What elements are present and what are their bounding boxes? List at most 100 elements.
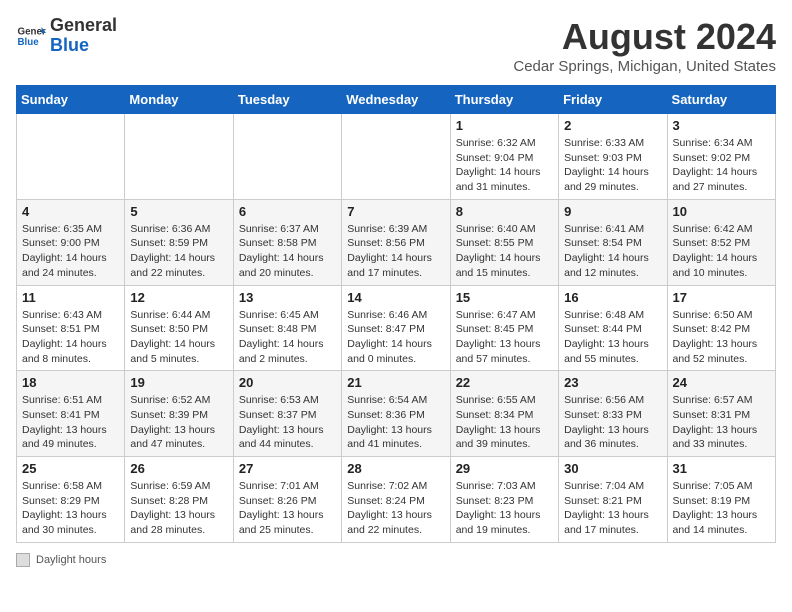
cell-info: Sunrise: 6:44 AMSunset: 8:50 PMDaylight:… xyxy=(130,308,227,367)
calendar-cell xyxy=(233,114,341,200)
cell-day-number: 23 xyxy=(564,375,661,390)
cell-day-number: 17 xyxy=(673,290,770,305)
calendar-cell: 29 Sunrise: 7:03 AMSunset: 8:23 PMDayligh… xyxy=(450,457,558,543)
day-of-week-header: Monday xyxy=(125,86,233,114)
cell-info: Sunrise: 6:54 AMSunset: 8:36 PMDaylight:… xyxy=(347,393,444,452)
cell-info: Sunrise: 7:02 AMSunset: 8:24 PMDaylight:… xyxy=(347,479,444,538)
calendar-cell: 18 Sunrise: 6:51 AMSunset: 8:41 PMDayligh… xyxy=(17,371,125,457)
calendar-cell: 2 Sunrise: 6:33 AMSunset: 9:03 PMDaylight… xyxy=(559,114,667,200)
cell-day-number: 7 xyxy=(347,204,444,219)
cell-day-number: 2 xyxy=(564,118,661,133)
calendar-cell: 15 Sunrise: 6:47 AMSunset: 8:45 PMDayligh… xyxy=(450,285,558,371)
cell-info: Sunrise: 6:57 AMSunset: 8:31 PMDaylight:… xyxy=(673,393,770,452)
cell-day-number: 15 xyxy=(456,290,553,305)
cell-day-number: 16 xyxy=(564,290,661,305)
cell-info: Sunrise: 6:46 AMSunset: 8:47 PMDaylight:… xyxy=(347,308,444,367)
cell-info: Sunrise: 6:40 AMSunset: 8:55 PMDaylight:… xyxy=(456,222,553,281)
day-of-week-header: Wednesday xyxy=(342,86,450,114)
cell-day-number: 27 xyxy=(239,461,336,476)
day-of-week-header: Saturday xyxy=(667,86,775,114)
calendar-cell xyxy=(125,114,233,200)
cell-info: Sunrise: 6:41 AMSunset: 8:54 PMDaylight:… xyxy=(564,222,661,281)
daylight-legend-box xyxy=(16,553,30,567)
calendar-cell: 28 Sunrise: 7:02 AMSunset: 8:24 PMDayligh… xyxy=(342,457,450,543)
cell-day-number: 10 xyxy=(673,204,770,219)
calendar-cell: 12 Sunrise: 6:44 AMSunset: 8:50 PMDayligh… xyxy=(125,285,233,371)
cell-day-number: 31 xyxy=(673,461,770,476)
cell-day-number: 11 xyxy=(22,290,119,305)
cell-info: Sunrise: 6:45 AMSunset: 8:48 PMDaylight:… xyxy=(239,308,336,367)
calendar-cell: 22Sunrise: 6:55 AMSunset: 8:34 PMDayligh… xyxy=(450,371,558,457)
calendar-header-row: SundayMondayTuesdayWednesdayThursdayFrid… xyxy=(17,86,776,114)
calendar-cell: 13 Sunrise: 6:45 AMSunset: 8:48 PMDayligh… xyxy=(233,285,341,371)
calendar-cell: 19Sunrise: 6:52 AMSunset: 8:39 PMDayligh… xyxy=(125,371,233,457)
title-block: August 2024 Cedar Springs, Michigan, Uni… xyxy=(513,16,776,75)
calendar-cell: 20 Sunrise: 6:53 AMSunset: 8:37 PMDayligh… xyxy=(233,371,341,457)
calendar-week-row: 11 Sunrise: 6:43 AMSunset: 8:51 PMDayligh… xyxy=(17,285,776,371)
cell-day-number: 25 xyxy=(22,461,119,476)
cell-info: Sunrise: 6:34 AMSunset: 9:02 PMDaylight:… xyxy=(673,136,770,195)
calendar-cell: 24 Sunrise: 6:57 AMSunset: 8:31 PMDayligh… xyxy=(667,371,775,457)
cell-info: Sunrise: 7:01 AMSunset: 8:26 PMDaylight:… xyxy=(239,479,336,538)
cell-day-number: 20 xyxy=(239,375,336,390)
cell-info: Sunrise: 6:43 AMSunset: 8:51 PMDaylight:… xyxy=(22,308,119,367)
cell-day-number: 26 xyxy=(130,461,227,476)
calendar-cell: 26 Sunrise: 6:59 AMSunset: 8:28 PMDayligh… xyxy=(125,457,233,543)
cell-info: Sunrise: 6:58 AMSunset: 8:29 PMDaylight:… xyxy=(22,479,119,538)
cell-info: Sunrise: 6:48 AMSunset: 8:44 PMDaylight:… xyxy=(564,308,661,367)
cell-info: Sunrise: 6:35 AMSunset: 9:00 PMDaylight:… xyxy=(22,222,119,281)
calendar-cell: 7 Sunrise: 6:39 AMSunset: 8:56 PMDaylight… xyxy=(342,199,450,285)
cell-info: Sunrise: 7:05 AMSunset: 8:19 PMDaylight:… xyxy=(673,479,770,538)
cell-day-number: 13 xyxy=(239,290,336,305)
cell-day-number: 8 xyxy=(456,204,553,219)
cell-day-number: 24 xyxy=(673,375,770,390)
calendar-cell: 16 Sunrise: 6:48 AMSunset: 8:44 PMDayligh… xyxy=(559,285,667,371)
calendar-cell: 30 Sunrise: 7:04 AMSunset: 8:21 PMDayligh… xyxy=(559,457,667,543)
day-of-week-header: Friday xyxy=(559,86,667,114)
cell-day-number: 12 xyxy=(130,290,227,305)
logo: General Blue General Blue xyxy=(16,16,117,56)
cell-info: Sunrise: 6:56 AMSunset: 8:33 PMDaylight:… xyxy=(564,393,661,452)
cell-info: Sunrise: 7:03 AMSunset: 8:23 PMDaylight:… xyxy=(456,479,553,538)
cell-info: Sunrise: 6:36 AMSunset: 8:59 PMDaylight:… xyxy=(130,222,227,281)
calendar-location: Cedar Springs, Michigan, United States xyxy=(513,58,776,75)
cell-info: Sunrise: 6:53 AMSunset: 8:37 PMDaylight:… xyxy=(239,393,336,452)
day-of-week-header: Tuesday xyxy=(233,86,341,114)
calendar-cell xyxy=(342,114,450,200)
cell-info: Sunrise: 6:37 AMSunset: 8:58 PMDaylight:… xyxy=(239,222,336,281)
page-header: General Blue General Blue August 2024 Ce… xyxy=(16,16,776,75)
cell-info: Sunrise: 6:59 AMSunset: 8:28 PMDaylight:… xyxy=(130,479,227,538)
calendar-week-row: 18 Sunrise: 6:51 AMSunset: 8:41 PMDayligh… xyxy=(17,371,776,457)
cell-day-number: 3 xyxy=(673,118,770,133)
calendar-cell: 10Sunrise: 6:42 AMSunset: 8:52 PMDayligh… xyxy=(667,199,775,285)
cell-day-number: 30 xyxy=(564,461,661,476)
calendar-cell: 8 Sunrise: 6:40 AMSunset: 8:55 PMDaylight… xyxy=(450,199,558,285)
calendar-week-row: 4Sunrise: 6:35 AMSunset: 9:00 PMDaylight… xyxy=(17,199,776,285)
cell-day-number: 28 xyxy=(347,461,444,476)
cell-info: Sunrise: 6:47 AMSunset: 8:45 PMDaylight:… xyxy=(456,308,553,367)
cell-info: Sunrise: 6:55 AMSunset: 8:34 PMDaylight:… xyxy=(456,393,553,452)
cell-day-number: 14 xyxy=(347,290,444,305)
cell-info: Sunrise: 6:51 AMSunset: 8:41 PMDaylight:… xyxy=(22,393,119,452)
cell-info: Sunrise: 6:52 AMSunset: 8:39 PMDaylight:… xyxy=(130,393,227,452)
calendar-cell: 3 Sunrise: 6:34 AMSunset: 9:02 PMDaylight… xyxy=(667,114,775,200)
calendar-cell: 21 Sunrise: 6:54 AMSunset: 8:36 PMDayligh… xyxy=(342,371,450,457)
cell-info: Sunrise: 6:39 AMSunset: 8:56 PMDaylight:… xyxy=(347,222,444,281)
cell-day-number: 1 xyxy=(456,118,553,133)
calendar-cell: 4Sunrise: 6:35 AMSunset: 9:00 PMDaylight… xyxy=(17,199,125,285)
logo-wordmark: General Blue xyxy=(50,16,117,56)
calendar-title: August 2024 xyxy=(513,16,776,58)
cell-day-number: 29 xyxy=(456,461,553,476)
day-of-week-header: Sunday xyxy=(17,86,125,114)
cell-day-number: 18 xyxy=(22,375,119,390)
calendar-cell: 25 Sunrise: 6:58 AMSunset: 8:29 PMDayligh… xyxy=(17,457,125,543)
cell-info: Sunrise: 7:04 AMSunset: 8:21 PMDaylight:… xyxy=(564,479,661,538)
calendar-cell: 14 Sunrise: 6:46 AMSunset: 8:47 PMDayligh… xyxy=(342,285,450,371)
cell-info: Sunrise: 6:33 AMSunset: 9:03 PMDaylight:… xyxy=(564,136,661,195)
logo-general-text: General xyxy=(50,15,117,35)
calendar-cell: 31 Sunrise: 7:05 AMSunset: 8:19 PMDayligh… xyxy=(667,457,775,543)
calendar-week-row: 25 Sunrise: 6:58 AMSunset: 8:29 PMDayligh… xyxy=(17,457,776,543)
cell-day-number: 21 xyxy=(347,375,444,390)
logo-blue-text: Blue xyxy=(50,35,89,55)
calendar-cell: 17Sunrise: 6:50 AMSunset: 8:42 PMDayligh… xyxy=(667,285,775,371)
